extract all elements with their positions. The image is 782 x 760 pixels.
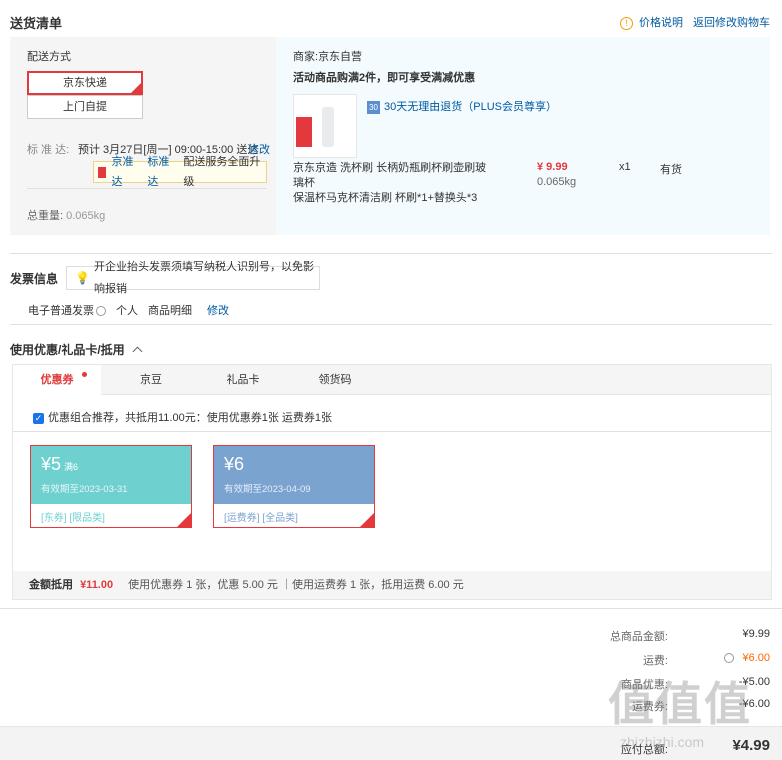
goods-total-label: 总商品金额:: [609, 631, 668, 643]
lightbulb-icon: 💡: [75, 271, 90, 285]
seller-name: 商家:京东自营: [293, 51, 363, 63]
delivery-upgrade-tip: 京准达 标准达 配送服务全面升级: [93, 156, 267, 188]
divider: [0, 608, 782, 609]
divider: [10, 253, 772, 254]
seller-promo: 活动商品购满2件，即可享受满减优惠: [293, 72, 476, 84]
selected-check-icon: [131, 83, 141, 93]
coupon-tags: [运费券] [全品类]: [224, 513, 298, 524]
freight-info-icon[interactable]: [724, 653, 735, 664]
upgrade-text: 配送服务全面升级: [183, 156, 261, 188]
chevron-up-icon: [132, 346, 143, 357]
shipping-method-label: 配送方式: [27, 51, 71, 63]
tab-jingdou[interactable]: 京豆: [107, 365, 195, 395]
selected-check-icon: [360, 513, 374, 527]
invoice-tip: 💡 开企业抬头发票须填写纳税人识别号，以免影响报销: [66, 261, 320, 295]
option-self-pickup[interactable]: 上门自提: [27, 95, 143, 119]
discount-tabs: 优惠券 京豆 礼品卡 领货码: [13, 365, 771, 396]
info-icon: !: [620, 17, 633, 30]
divider: [10, 324, 772, 325]
coupon-amount: ¥6: [224, 454, 245, 474]
coupon-expiry: 有效期至2023-03-31: [41, 484, 128, 495]
divider: [13, 431, 771, 432]
new-dot-icon: [82, 372, 87, 377]
coupon-tags: [东券] [限品类]: [41, 513, 105, 524]
shipping-list-header: 送货清单 ! 价格说明 返回修改购物车: [0, 13, 782, 31]
shipping-method-panel: 配送方式 京东快递 上门自提 标 准 达: 预计 3月27日[周一] 09:00…: [10, 37, 276, 235]
product-qty: x1: [619, 161, 631, 173]
selected-check-icon: [177, 513, 191, 527]
jzd-link[interactable]: 京准达: [111, 152, 142, 192]
product-image[interactable]: [293, 94, 357, 158]
invoice-modify-link[interactable]: 修改: [207, 302, 229, 318]
invoice-title: 发票信息: [10, 272, 59, 286]
freight-label: 运费:: [642, 655, 668, 667]
coupon-condition: 满6: [64, 462, 79, 472]
price-info-link[interactable]: ! 价格说明: [620, 14, 683, 30]
invoice-content: 商品明细: [148, 305, 192, 317]
return-badge-icon: 30: [367, 101, 380, 114]
freight-value: ¥6.00: [722, 652, 770, 664]
divider: [27, 188, 267, 189]
recommend-combo[interactable]: ✓ 优惠组合推荐，共抵用11.00元：使用优惠券1张 运费券1张: [33, 409, 332, 425]
coupon-expiry: 有效期至2023-04-09: [224, 484, 311, 495]
product-stock: 有货: [660, 164, 682, 176]
invoice-holder: 个人: [116, 305, 138, 317]
coupon-card[interactable]: ¥6 有效期至2023-04-09 [运费券] [全品类]: [213, 445, 375, 528]
back-to-cart-link[interactable]: 返回修改购物车: [693, 14, 770, 30]
goods-total-value: ¥9.99: [742, 628, 770, 640]
bzd-link[interactable]: 标准达: [147, 152, 178, 192]
total-weight: 总重量: 0.065kg: [27, 210, 106, 222]
product-name[interactable]: 京东京造 洗杯刷 长柄奶瓶刷杯刷壶刷玻璃杯 保温杯马克杯清洁刷 杯刷*1+替换头…: [293, 161, 493, 206]
coupon-card[interactable]: ¥5 满6 有效期至2023-03-31 [东券] [限品类]: [30, 445, 192, 528]
radio-icon: [96, 306, 106, 317]
checkbox-checked-icon[interactable]: ✓: [33, 413, 44, 424]
discounts-title[interactable]: 使用优惠/礼品卡/抵用: [10, 341, 143, 358]
invoice-type[interactable]: 电子普通发票: [28, 302, 106, 318]
standard-label: 标 准 达:: [27, 144, 70, 156]
seller-panel: 商家:京东自营 活动商品购满2件，即可享受满减优惠 30 30天无理由退货（PLU…: [276, 37, 770, 235]
coupon-amount: ¥5: [41, 454, 62, 474]
tab-coupons[interactable]: 优惠券: [13, 365, 101, 396]
return-policy: 30 30天无理由退货（PLUS会员尊享）: [367, 98, 557, 114]
watermark-logo: 值值值 zhizhizhi.com: [608, 678, 752, 750]
tab-pickup-code[interactable]: 领货码: [291, 365, 379, 395]
discounts-panel: 优惠券 京豆 礼品卡 领货码 ✓ 优惠组合推荐，共抵用11.00元：使用优惠券1张…: [12, 364, 772, 600]
option-jd-express[interactable]: 京东快递: [27, 71, 143, 95]
document-icon: [98, 166, 107, 178]
shipping-list-title: 送货清单: [10, 16, 63, 31]
tab-gift-card[interactable]: 礼品卡: [199, 365, 287, 395]
product-price: ¥ 9.99: [537, 161, 568, 173]
product-weight: 0.065kg: [537, 176, 577, 188]
discount-summary: 金额抵用 ¥11.00 使用优惠券 1 张，优惠 5.00 元 ｜使用运费券 1…: [13, 571, 771, 599]
